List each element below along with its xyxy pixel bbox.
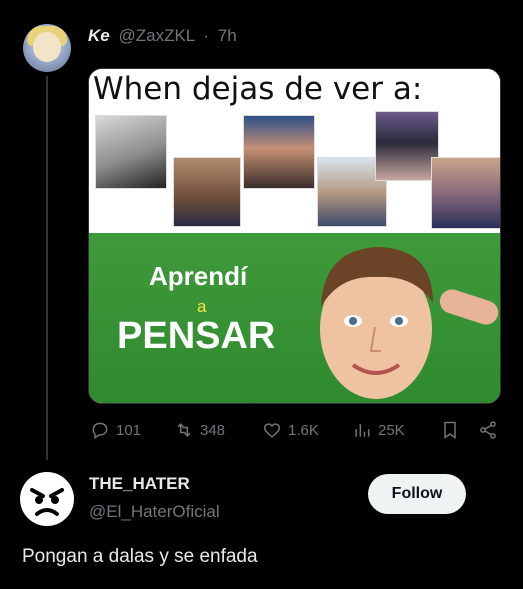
like-count: 1.6K — [288, 421, 319, 439]
thumb-person-cap — [95, 115, 167, 189]
tweet-header: Ke @ZaxZKL · 7h — [88, 26, 237, 46]
media-word-a: a — [197, 297, 207, 316]
separator-dot: · — [203, 26, 210, 45]
retweet-button[interactable]: 348 — [174, 420, 225, 440]
tweet-actions-bar: 101 348 1.6K 25K — [88, 420, 504, 444]
follow-button[interactable]: Follow — [368, 474, 466, 514]
bookmark-button[interactable] — [440, 420, 460, 440]
views-button[interactable]: 25K — [352, 420, 405, 440]
media-top-panel: When dejas de ver a: — [89, 69, 500, 233]
thumb-person-couple — [431, 157, 500, 229]
smiling-face-illustration — [320, 247, 433, 399]
share-icon — [480, 421, 496, 439]
thumb-person-smile — [173, 157, 241, 227]
media-headline: When dejas de ver a: — [93, 71, 423, 107]
user-handle[interactable]: @ZaxZKL — [118, 26, 194, 45]
reply-button[interactable]: 101 — [90, 420, 141, 440]
views-count: 25K — [378, 421, 405, 439]
analytics-icon — [355, 424, 370, 437]
thumb-person-laugh — [243, 115, 315, 189]
like-button[interactable]: 1.6K — [262, 420, 319, 440]
angry-face-icon — [21, 473, 73, 525]
tweet-media-image[interactable]: When dejas de ver a: Aprendí a PENSAR — [88, 68, 501, 404]
thread-connector-line — [46, 76, 48, 460]
display-name[interactable]: Ke — [88, 26, 110, 45]
timestamp[interactable]: 7h — [218, 26, 237, 45]
reply-text: Pongan a dalas y se enfada — [22, 546, 258, 567]
media-bottom-panel: Aprendí a PENSAR — [89, 233, 500, 403]
reply-user-header: THE_HATER @El_HaterOficial — [89, 474, 220, 522]
avatar[interactable] — [23, 24, 71, 72]
heart-icon — [263, 423, 281, 438]
retweet-count: 348 — [200, 421, 226, 439]
media-word-pensar: PENSAR — [117, 315, 276, 357]
pointing-finger — [436, 286, 500, 328]
media-word-aprendi: Aprendí — [149, 261, 248, 291]
share-button[interactable] — [478, 420, 498, 440]
reply-count: 101 — [116, 421, 142, 439]
bookmark-icon — [444, 421, 456, 439]
reply-user-handle[interactable]: @El_HaterOficial — [89, 502, 220, 522]
retweet-icon — [177, 423, 191, 437]
reply-avatar[interactable] — [20, 472, 74, 526]
reply-icon — [92, 422, 108, 439]
thumb-person-headphones — [375, 111, 439, 181]
reply-display-name[interactable]: THE_HATER — [89, 474, 220, 494]
